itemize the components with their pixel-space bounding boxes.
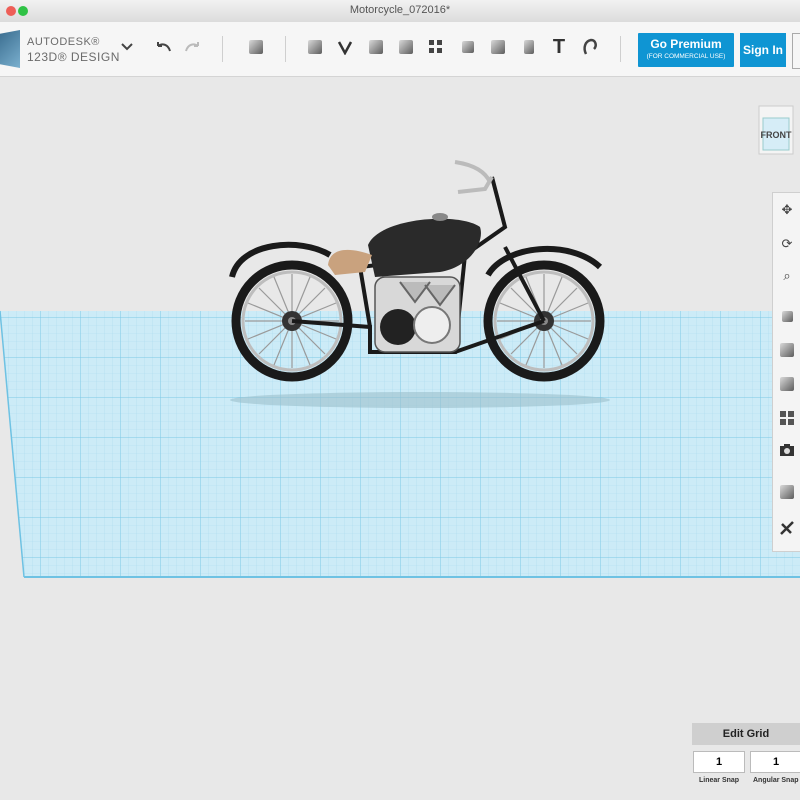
toolbar-divider — [620, 36, 621, 62]
linear-snap-label: Linear Snap — [699, 777, 740, 784]
orbit-icon[interactable]: ⟳ — [776, 233, 798, 255]
screenshot-icon[interactable] — [776, 439, 798, 461]
window-title: Motorcycle_072016* — [349, 4, 451, 16]
text-icon[interactable]: T — [546, 32, 572, 62]
toolbar-divider — [222, 36, 223, 62]
premium-label: Go Premium — [650, 37, 722, 51]
zoom-icon[interactable]: ⌕ — [776, 265, 798, 287]
view-material-icon[interactable] — [776, 339, 798, 361]
app-menu-chevron-icon[interactable] — [114, 32, 140, 62]
measure-icon[interactable] — [516, 32, 542, 62]
edit-grid-button[interactable]: Edit Grid — [692, 723, 800, 745]
materials-icon[interactable] — [776, 481, 798, 503]
title-bar: Motorcycle_072016* — [0, 0, 800, 23]
brand-product: 123D® DESIGN — [27, 50, 120, 64]
angular-snap-input[interactable]: 1 — [750, 751, 800, 773]
view-cube[interactable]: FRONT — [757, 104, 797, 160]
linear-snap-input[interactable]: 1 — [693, 751, 745, 773]
premium-sublabel: (FOR COMMERCIAL USE) — [646, 53, 726, 60]
go-premium-button[interactable]: Go Premium (FOR COMMERCIAL USE) — [638, 33, 734, 67]
toolbar-divider — [285, 36, 286, 62]
app-logo-icon — [0, 30, 20, 68]
sketch-icon[interactable] — [332, 32, 358, 62]
visibility-icon[interactable] — [776, 407, 798, 429]
fit-icon[interactable] — [776, 305, 798, 327]
snap-icon[interactable] — [577, 32, 603, 62]
3d-viewport[interactable] — [0, 77, 800, 800]
appearance-icon[interactable] — [776, 517, 798, 539]
overflow-button[interactable] — [792, 33, 800, 69]
combine-icon[interactable] — [485, 32, 511, 62]
pan-icon[interactable]: ✥ — [776, 199, 798, 221]
construct-icon[interactable] — [363, 32, 389, 62]
modify-icon[interactable] — [393, 32, 419, 62]
new-primitive-icon[interactable] — [243, 32, 269, 62]
view-outline-icon[interactable] — [776, 373, 798, 395]
sign-in-button[interactable]: Sign In — [740, 33, 786, 67]
navigation-bar: ✥ ⟳ ⌕ — [772, 192, 800, 552]
grouping-icon[interactable] — [455, 32, 481, 62]
primitives-icon[interactable] — [302, 32, 328, 62]
redo-icon[interactable] — [180, 32, 206, 62]
edit-grid-panel: Edit Grid 1 1 Linear Snap Angular Snap — [692, 723, 800, 800]
brand-company: AUTODESK® — [27, 36, 100, 48]
pattern-icon[interactable] — [423, 32, 449, 62]
angular-snap-label: Angular Snap — [753, 777, 799, 784]
view-cube-face-label: FRONT — [760, 130, 792, 140]
undo-icon[interactable] — [150, 32, 176, 62]
